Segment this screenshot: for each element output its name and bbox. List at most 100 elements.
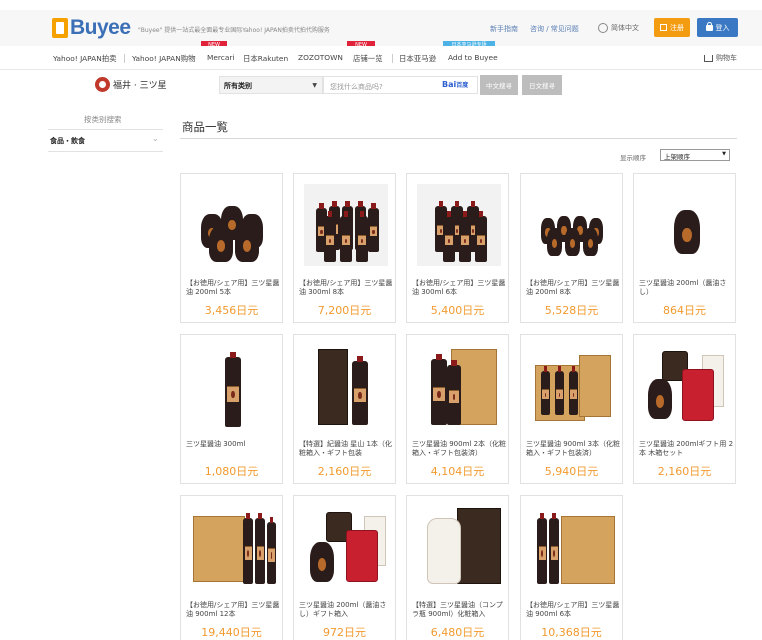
shop-logo[interactable]: 福井 · 三ツ星	[95, 77, 167, 92]
product-card[interactable]: 三ツ星醤油 900ml 3本（化粧箱入・ギフト包装済） 5,940日元	[520, 334, 623, 484]
product-image[interactable]	[644, 184, 728, 266]
product-price: 2,160日元	[657, 465, 712, 478]
sort-select[interactable]: 上架顺序 ▼	[660, 149, 730, 161]
nav-amazon[interactable]: 日本亚马逊	[399, 53, 436, 64]
product-image[interactable]	[417, 345, 501, 427]
product-name[interactable]: 三ツ星醤油 200ml（醤油さし）	[639, 279, 734, 297]
product-name[interactable]: 【特選】紀醤油 星山 1本（化粧箱入・ギフト包装	[299, 440, 394, 458]
nav-mercari[interactable]: Mercari	[207, 53, 234, 62]
main-nav: Yahoo! JAPAN拍卖 Yahoo! JAPAN购物 Mercari 日本…	[0, 46, 762, 70]
product-price: 5,940日元	[544, 465, 599, 478]
baidu-logo-text-cn: 百度	[456, 82, 469, 89]
sidebar-item-food[interactable]: 食品・飲食	[50, 136, 85, 146]
login-label: 登入	[715, 23, 730, 32]
product-image[interactable]	[531, 345, 615, 427]
product-card[interactable]: 【特選】三ツ星醤油（コンプラ瓶 900ml）化粧箱入 6,480日元	[406, 495, 509, 640]
product-card[interactable]: 三ツ星醤油 200ml（醤油さし）ギフト箱入 972日元	[293, 495, 396, 640]
product-price: 10,368日元	[541, 626, 602, 639]
tagline: "Buyee" 提供一站式最全面最专业国际Yahoo! JAPAN拍卖代拍代购服…	[138, 27, 330, 34]
product-name[interactable]: 【お徳用/シェア用】三ツ星醤油 200ml 5本	[186, 279, 281, 297]
product-price: 6,480日元	[430, 626, 485, 639]
product-image[interactable]	[417, 184, 501, 266]
baidu-logo: Bai百度	[442, 80, 468, 89]
link-beginner-guide[interactable]: 新手指南	[490, 24, 518, 34]
page-title: 商品一覧	[182, 120, 228, 134]
product-price: 5,400日元	[430, 304, 485, 317]
product-image[interactable]	[531, 506, 615, 588]
lock-icon	[705, 21, 713, 31]
nav-add-to-buyee[interactable]: Add to Buyee	[448, 53, 498, 62]
product-name[interactable]: 三ツ星醤油 200mlギフト用 2本 木箱セット	[639, 440, 734, 458]
product-image[interactable]	[417, 506, 501, 588]
search-japanese-button[interactable]: 日文搜寻	[522, 75, 562, 95]
register-button[interactable]: 注册	[654, 18, 690, 37]
search-chinese-button[interactable]: 中文搜寻	[480, 75, 518, 95]
product-card[interactable]: 【お徳用/シェア用】三ツ星醤油 200ml 5本 3,456日元	[180, 173, 283, 323]
search-placeholder: 您找什么商品吗?	[330, 83, 383, 91]
cart-icon	[704, 54, 713, 62]
divider	[48, 151, 163, 152]
product-name[interactable]: 【お徳用/シェア用】三ツ星醤油 300ml 6本	[412, 279, 507, 297]
login-button[interactable]: 登入	[697, 18, 738, 37]
product-price: 1,080日元	[204, 465, 259, 478]
product-name[interactable]: 【お徳用/シェア用】三ツ星醤油 900ml 6本	[526, 601, 621, 619]
register-label: 注册	[670, 23, 684, 32]
buyee-logo[interactable]: Buyee	[52, 14, 131, 42]
product-card[interactable]: 【お徳用/シェア用】三ツ星醤油 900ml 12本 19,440日元	[180, 495, 283, 640]
nav-yahoo-shopping[interactable]: Yahoo! JAPAN购物	[132, 53, 196, 64]
product-image[interactable]	[191, 184, 275, 266]
product-name[interactable]: 【お徳用/シェア用】三ツ星醤油 200ml 8本	[526, 279, 621, 297]
product-image[interactable]	[304, 506, 388, 588]
product-name[interactable]: 三ツ星醤油 200ml（醤油さし）ギフト箱入	[299, 601, 394, 619]
language-selector[interactable]: 简体中文	[598, 23, 639, 33]
product-card[interactable]: 三ツ星醤油 300ml 1,080日元	[180, 334, 283, 484]
nav-shop-list[interactable]: 店铺一览	[353, 53, 383, 64]
product-card[interactable]: 【特選】紀醤油 星山 1本（化粧箱入・ギフト包装 2,160日元	[293, 334, 396, 484]
product-image[interactable]	[531, 184, 615, 266]
baidu-logo-text: Bai	[442, 80, 457, 89]
cart-link[interactable]: 购物车	[704, 53, 737, 63]
product-name[interactable]: 三ツ星醤油 900ml 2本（化粧箱入・ギフト包装済）	[412, 440, 507, 458]
edit-icon	[660, 24, 667, 31]
nav-yahoo-auction[interactable]: Yahoo! JAPAN拍卖	[53, 53, 117, 64]
language-label: 简体中文	[611, 24, 639, 32]
nav-separator	[124, 54, 125, 63]
product-image[interactable]	[304, 184, 388, 266]
product-price: 2,160日元	[317, 465, 372, 478]
product-card[interactable]: 【お徳用/シェア用】三ツ星醤油 200ml 8本 5,528日元	[520, 173, 623, 323]
nav-zozotown[interactable]: ZOZOTOWN	[298, 53, 343, 62]
shop-emblem-icon	[95, 77, 110, 92]
sidebar-title: 按类别搜索	[84, 115, 122, 124]
link-faq[interactable]: 咨询 / 常见问题	[530, 24, 579, 34]
cart-label: 购物车	[716, 54, 737, 62]
product-name[interactable]: 三ツ星醤油 900ml 3本（化粧箱入・ギフト包装済）	[526, 440, 621, 458]
divider	[180, 138, 737, 139]
product-price: 5,528日元	[544, 304, 599, 317]
logo-text: Buyee	[70, 16, 131, 39]
product-image[interactable]	[191, 345, 275, 427]
product-name[interactable]: 【お徳用/シェア用】三ツ星醤油 900ml 12本	[186, 601, 281, 619]
product-price: 7,200日元	[317, 304, 372, 317]
shop-name: 福井 · 三ツ星	[113, 81, 167, 91]
globe-icon	[598, 23, 608, 33]
nav-rakuten[interactable]: 日本Rakuten	[243, 53, 288, 64]
product-card[interactable]: 【お徳用/シェア用】三ツ星醤油 300ml 6本 5,400日元	[406, 173, 509, 323]
product-card[interactable]: 三ツ星醤油 200mlギフト用 2本 木箱セット 2,160日元	[633, 334, 736, 484]
product-card[interactable]: 三ツ星醤油 900ml 2本（化粧箱入・ギフト包装済） 4,104日元	[406, 334, 509, 484]
product-image[interactable]	[191, 506, 276, 588]
chevron-down-icon[interactable]: ⌄	[152, 134, 159, 143]
dropdown-arrow-icon: ▼	[722, 151, 726, 157]
nav-separator	[392, 54, 393, 63]
product-name[interactable]: 三ツ星醤油 300ml	[186, 440, 281, 449]
buyee-logo-icon	[52, 18, 68, 38]
product-image[interactable]	[304, 345, 388, 427]
product-price: 864日元	[663, 304, 706, 317]
product-card[interactable]: 【お徳用/シェア用】三ツ星醤油 300ml 8本 7,200日元	[293, 173, 396, 323]
product-price: 3,456日元	[204, 304, 259, 317]
product-name[interactable]: 【お徳用/シェア用】三ツ星醤油 300ml 8本	[299, 279, 394, 297]
product-card[interactable]: 三ツ星醤油 200ml（醤油さし） 864日元	[633, 173, 736, 323]
product-card[interactable]: 【お徳用/シェア用】三ツ星醤油 900ml 6本 10,368日元	[520, 495, 623, 640]
product-name[interactable]: 【特選】三ツ星醤油（コンプラ瓶 900ml）化粧箱入	[412, 601, 507, 619]
category-select[interactable]: 所有类别 ▼	[219, 76, 323, 94]
product-image[interactable]	[644, 345, 728, 427]
